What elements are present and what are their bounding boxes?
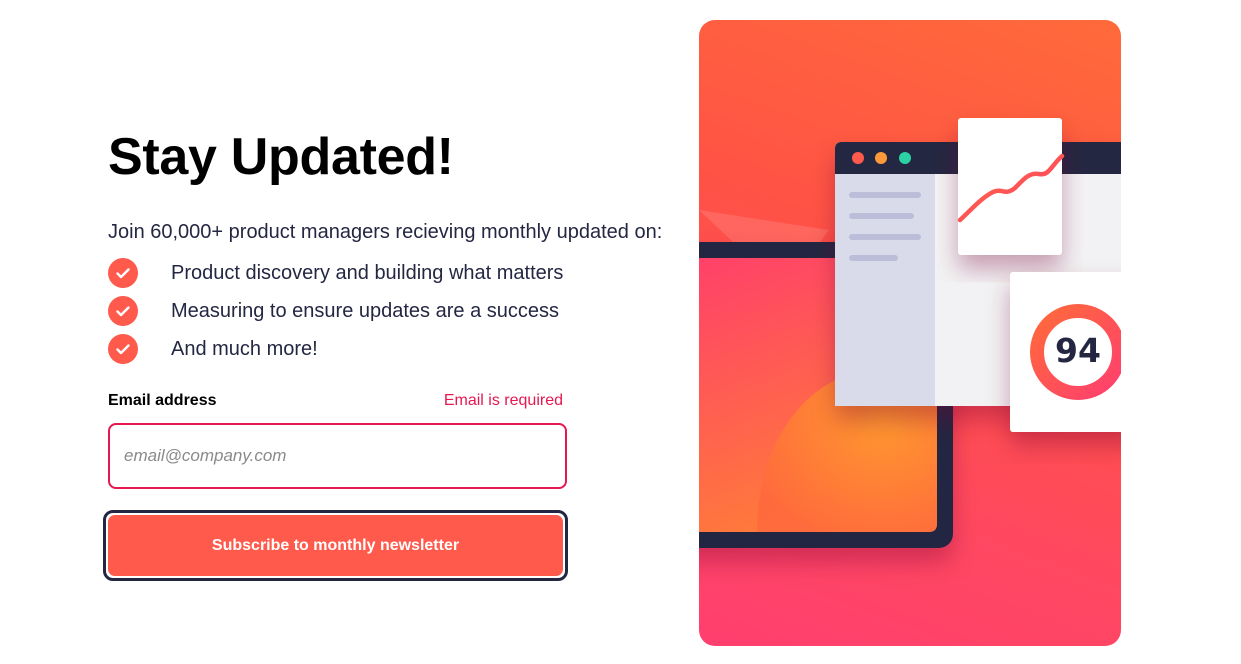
checkmark-icon — [108, 334, 138, 364]
checkmark-icon — [108, 258, 138, 288]
list-item: Product discovery and building what matt… — [108, 258, 668, 288]
window-minimize-dot — [875, 152, 887, 164]
signup-content: Stay Updated! Join 60,000+ product manag… — [103, 126, 668, 581]
email-field[interactable] — [108, 423, 567, 489]
email-error-message: Email is required — [443, 392, 563, 409]
window-maximize-dot — [899, 152, 911, 164]
subscribe-button[interactable]: Subscribe to monthly newsletter — [108, 515, 563, 576]
email-label: Email address — [108, 392, 217, 409]
newsletter-signup-page: Stay Updated! Join 60,000+ product manag… — [0, 0, 1241, 664]
page-title: Stay Updated! — [108, 128, 454, 186]
list-item: Measuring to ensure updates are a succes… — [108, 296, 668, 326]
email-field-header: Email address Email is required — [108, 392, 563, 410]
feature-text: Measuring to ensure updates are a succes… — [171, 300, 559, 322]
intro-text: Join 60,000+ product managers recieving … — [108, 221, 663, 243]
feature-text: And much more! — [171, 338, 318, 360]
subscribe-button-focus-ring: Subscribe to monthly newsletter — [103, 510, 568, 581]
score-value: 94 — [1055, 331, 1101, 370]
hero-illustration: 94 — [699, 20, 1121, 646]
feature-text: Product discovery and building what matt… — [171, 262, 564, 284]
list-item: And much more! — [108, 334, 668, 364]
checkmark-icon — [108, 296, 138, 326]
window-close-dot — [852, 152, 864, 164]
feature-list: Product discovery and building what matt… — [108, 258, 668, 364]
